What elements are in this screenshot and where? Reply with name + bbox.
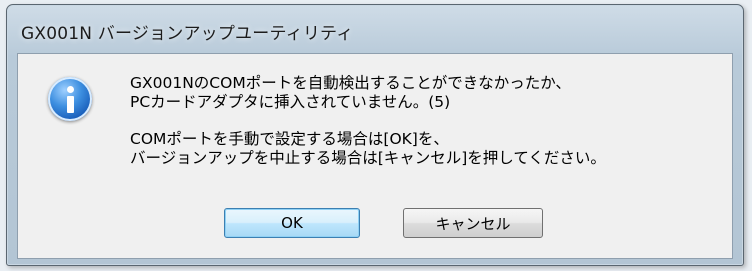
message-line-1: GX001NのCOMポートを自動検出することができなかったか、 [130,74,571,92]
message-line-2: PCカードアダプタに挿入されていません。(5) [130,93,451,111]
info-icon-stem [67,96,74,113]
info-icon-dot [67,86,74,93]
title-bar[interactable]: GX001N バージョンアップユーティリティ [7,5,743,55]
message-paragraph-2: COMポートを手動で設定する場合は[OK]を、 バージョンアップを中止する場合は… [130,130,720,168]
message-line-3: COMポートを手動で設定する場合は[OK]を、 [130,130,449,148]
dialog-message: GX001NのCOMポートを自動検出することができなかったか、 PCカードアダプ… [130,74,720,168]
message-paragraph-1: GX001NのCOMポートを自動検出することができなかったか、 PCカードアダプ… [130,74,720,112]
cancel-button[interactable]: キャンセル [403,208,543,238]
dialog-window: GX001N バージョンアップユーティリティ GX001NのCOMポートを自動検… [6,4,744,266]
info-icon [48,77,92,121]
ok-button[interactable]: OK [224,208,360,238]
dialog-body: GX001NのCOMポートを自動検出することができなかったか、 PCカードアダプ… [17,53,733,259]
message-line-4: バージョンアップを中止する場合は[キャンセル]を押してください。 [130,149,606,167]
window-title: GX001N バージョンアップユーティリティ [21,24,354,44]
